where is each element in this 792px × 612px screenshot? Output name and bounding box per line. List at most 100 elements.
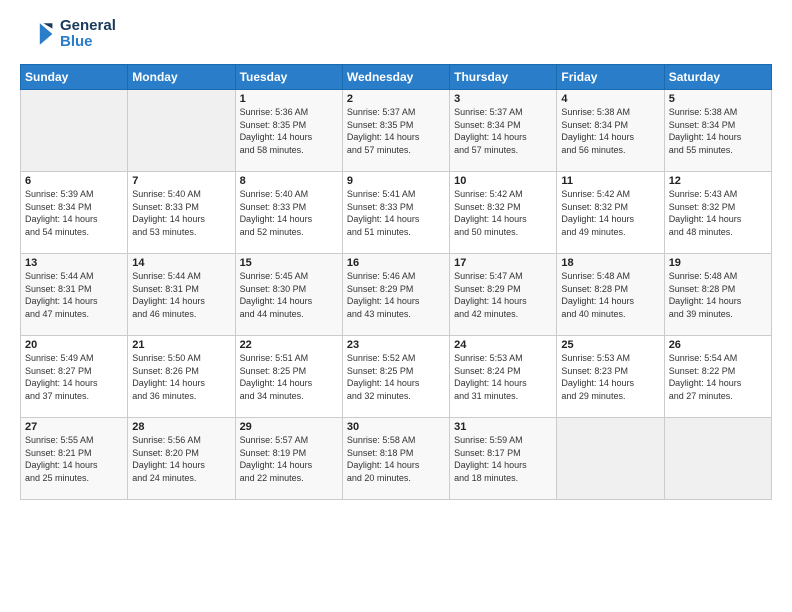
day-number: 3	[454, 93, 552, 105]
day-number: 31	[454, 421, 552, 433]
day-info: Sunrise: 5:52 AM Sunset: 8:25 PM Dayligh…	[347, 352, 445, 402]
day-cell: 29Sunrise: 5:57 AM Sunset: 8:19 PM Dayli…	[235, 418, 342, 500]
week-row-1: 1Sunrise: 5:36 AM Sunset: 8:35 PM Daylig…	[21, 90, 772, 172]
day-info: Sunrise: 5:37 AM Sunset: 8:35 PM Dayligh…	[347, 106, 445, 156]
day-number: 23	[347, 339, 445, 351]
day-cell: 7Sunrise: 5:40 AM Sunset: 8:33 PM Daylig…	[128, 172, 235, 254]
day-info: Sunrise: 5:47 AM Sunset: 8:29 PM Dayligh…	[454, 270, 552, 320]
day-cell	[664, 418, 771, 500]
weekday-thursday: Thursday	[450, 65, 557, 90]
day-cell: 21Sunrise: 5:50 AM Sunset: 8:26 PM Dayli…	[128, 336, 235, 418]
day-number: 8	[240, 175, 338, 187]
day-cell: 19Sunrise: 5:48 AM Sunset: 8:28 PM Dayli…	[664, 254, 771, 336]
day-number: 2	[347, 93, 445, 105]
day-cell: 14Sunrise: 5:44 AM Sunset: 8:31 PM Dayli…	[128, 254, 235, 336]
day-number: 13	[25, 257, 123, 269]
day-cell	[21, 90, 128, 172]
day-info: Sunrise: 5:56 AM Sunset: 8:20 PM Dayligh…	[132, 434, 230, 484]
day-info: Sunrise: 5:39 AM Sunset: 8:34 PM Dayligh…	[25, 188, 123, 238]
day-cell: 28Sunrise: 5:56 AM Sunset: 8:20 PM Dayli…	[128, 418, 235, 500]
day-info: Sunrise: 5:46 AM Sunset: 8:29 PM Dayligh…	[347, 270, 445, 320]
day-cell: 31Sunrise: 5:59 AM Sunset: 8:17 PM Dayli…	[450, 418, 557, 500]
day-number: 4	[561, 93, 659, 105]
day-cell: 10Sunrise: 5:42 AM Sunset: 8:32 PM Dayli…	[450, 172, 557, 254]
day-number: 5	[669, 93, 767, 105]
day-info: Sunrise: 5:40 AM Sunset: 8:33 PM Dayligh…	[240, 188, 338, 238]
day-cell: 18Sunrise: 5:48 AM Sunset: 8:28 PM Dayli…	[557, 254, 664, 336]
day-info: Sunrise: 5:45 AM Sunset: 8:30 PM Dayligh…	[240, 270, 338, 320]
day-number: 7	[132, 175, 230, 187]
day-number: 15	[240, 257, 338, 269]
weekday-monday: Monday	[128, 65, 235, 90]
week-row-5: 27Sunrise: 5:55 AM Sunset: 8:21 PM Dayli…	[21, 418, 772, 500]
day-cell: 9Sunrise: 5:41 AM Sunset: 8:33 PM Daylig…	[342, 172, 449, 254]
logo-text: General Blue	[60, 18, 116, 51]
day-info: Sunrise: 5:44 AM Sunset: 8:31 PM Dayligh…	[132, 270, 230, 320]
day-info: Sunrise: 5:37 AM Sunset: 8:34 PM Dayligh…	[454, 106, 552, 156]
day-info: Sunrise: 5:42 AM Sunset: 8:32 PM Dayligh…	[454, 188, 552, 238]
day-info: Sunrise: 5:40 AM Sunset: 8:33 PM Dayligh…	[132, 188, 230, 238]
header: General Blue	[20, 16, 772, 52]
day-info: Sunrise: 5:53 AM Sunset: 8:24 PM Dayligh…	[454, 352, 552, 402]
day-number: 6	[25, 175, 123, 187]
day-number: 12	[669, 175, 767, 187]
day-number: 9	[347, 175, 445, 187]
day-number: 26	[669, 339, 767, 351]
day-cell: 3Sunrise: 5:37 AM Sunset: 8:34 PM Daylig…	[450, 90, 557, 172]
day-info: Sunrise: 5:36 AM Sunset: 8:35 PM Dayligh…	[240, 106, 338, 156]
day-number: 20	[25, 339, 123, 351]
day-cell: 30Sunrise: 5:58 AM Sunset: 8:18 PM Dayli…	[342, 418, 449, 500]
day-cell: 12Sunrise: 5:43 AM Sunset: 8:32 PM Dayli…	[664, 172, 771, 254]
day-cell: 6Sunrise: 5:39 AM Sunset: 8:34 PM Daylig…	[21, 172, 128, 254]
day-info: Sunrise: 5:50 AM Sunset: 8:26 PM Dayligh…	[132, 352, 230, 402]
day-cell: 20Sunrise: 5:49 AM Sunset: 8:27 PM Dayli…	[21, 336, 128, 418]
day-cell	[128, 90, 235, 172]
day-cell	[557, 418, 664, 500]
day-info: Sunrise: 5:42 AM Sunset: 8:32 PM Dayligh…	[561, 188, 659, 238]
weekday-sunday: Sunday	[21, 65, 128, 90]
day-info: Sunrise: 5:44 AM Sunset: 8:31 PM Dayligh…	[25, 270, 123, 320]
day-info: Sunrise: 5:38 AM Sunset: 8:34 PM Dayligh…	[561, 106, 659, 156]
day-number: 22	[240, 339, 338, 351]
day-info: Sunrise: 5:51 AM Sunset: 8:25 PM Dayligh…	[240, 352, 338, 402]
weekday-header-row: SundayMondayTuesdayWednesdayThursdayFrid…	[21, 65, 772, 90]
day-info: Sunrise: 5:48 AM Sunset: 8:28 PM Dayligh…	[561, 270, 659, 320]
day-cell: 17Sunrise: 5:47 AM Sunset: 8:29 PM Dayli…	[450, 254, 557, 336]
weekday-tuesday: Tuesday	[235, 65, 342, 90]
day-cell: 11Sunrise: 5:42 AM Sunset: 8:32 PM Dayli…	[557, 172, 664, 254]
day-info: Sunrise: 5:55 AM Sunset: 8:21 PM Dayligh…	[25, 434, 123, 484]
day-cell: 8Sunrise: 5:40 AM Sunset: 8:33 PM Daylig…	[235, 172, 342, 254]
day-cell: 5Sunrise: 5:38 AM Sunset: 8:34 PM Daylig…	[664, 90, 771, 172]
day-number: 27	[25, 421, 123, 433]
weekday-friday: Friday	[557, 65, 664, 90]
day-number: 17	[454, 257, 552, 269]
day-number: 24	[454, 339, 552, 351]
day-number: 19	[669, 257, 767, 269]
day-number: 11	[561, 175, 659, 187]
day-info: Sunrise: 5:49 AM Sunset: 8:27 PM Dayligh…	[25, 352, 123, 402]
weekday-saturday: Saturday	[664, 65, 771, 90]
day-cell: 22Sunrise: 5:51 AM Sunset: 8:25 PM Dayli…	[235, 336, 342, 418]
day-cell: 23Sunrise: 5:52 AM Sunset: 8:25 PM Dayli…	[342, 336, 449, 418]
day-cell: 25Sunrise: 5:53 AM Sunset: 8:23 PM Dayli…	[557, 336, 664, 418]
page: General Blue SundayMondayTuesdayWednesda…	[0, 0, 792, 612]
day-cell: 26Sunrise: 5:54 AM Sunset: 8:22 PM Dayli…	[664, 336, 771, 418]
day-number: 1	[240, 93, 338, 105]
week-row-3: 13Sunrise: 5:44 AM Sunset: 8:31 PM Dayli…	[21, 254, 772, 336]
day-number: 28	[132, 421, 230, 433]
day-info: Sunrise: 5:59 AM Sunset: 8:17 PM Dayligh…	[454, 434, 552, 484]
day-number: 29	[240, 421, 338, 433]
day-number: 10	[454, 175, 552, 187]
day-info: Sunrise: 5:38 AM Sunset: 8:34 PM Dayligh…	[669, 106, 767, 156]
logo: General Blue	[20, 16, 116, 52]
day-number: 30	[347, 421, 445, 433]
day-cell: 13Sunrise: 5:44 AM Sunset: 8:31 PM Dayli…	[21, 254, 128, 336]
day-number: 18	[561, 257, 659, 269]
day-info: Sunrise: 5:57 AM Sunset: 8:19 PM Dayligh…	[240, 434, 338, 484]
day-number: 21	[132, 339, 230, 351]
day-cell: 4Sunrise: 5:38 AM Sunset: 8:34 PM Daylig…	[557, 90, 664, 172]
week-row-2: 6Sunrise: 5:39 AM Sunset: 8:34 PM Daylig…	[21, 172, 772, 254]
day-info: Sunrise: 5:54 AM Sunset: 8:22 PM Dayligh…	[669, 352, 767, 402]
day-number: 25	[561, 339, 659, 351]
day-cell: 27Sunrise: 5:55 AM Sunset: 8:21 PM Dayli…	[21, 418, 128, 500]
